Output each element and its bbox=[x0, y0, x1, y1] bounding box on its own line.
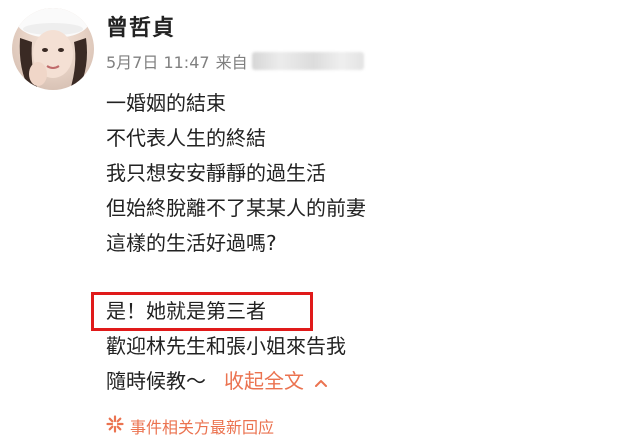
collapse-text-link[interactable]: 收起全文 bbox=[224, 364, 328, 399]
collapse-label: 收起全文 bbox=[224, 369, 304, 393]
post-meta: 5月7日 11:47 来自 bbox=[106, 49, 364, 73]
post-content: 一婚姻的結束 不代表人生的終結 我只想安安靜靜的過生活 但始終脫離不了某某人的前… bbox=[106, 86, 366, 399]
source-label: 来自 bbox=[215, 53, 248, 72]
post-line: 不代表人生的終結 bbox=[106, 126, 266, 150]
post-line: 隨時候教～ bbox=[106, 369, 206, 393]
author-name[interactable]: 曾哲貞 bbox=[106, 10, 175, 42]
post-line: 但始終脫離不了某某人的前妻 bbox=[106, 196, 366, 220]
related-response-link[interactable]: 事件相关方最新回应 bbox=[106, 414, 274, 438]
avatar-photo bbox=[17, 8, 89, 90]
burst-icon bbox=[106, 415, 124, 437]
post-timestamp[interactable]: 5月7日 11:47 bbox=[106, 49, 210, 73]
blurred-source bbox=[251, 52, 364, 70]
post-line: 我只想安安靜靜的過生活 bbox=[106, 161, 326, 185]
chevron-up-icon bbox=[314, 364, 328, 399]
highlight-box bbox=[91, 292, 313, 331]
post-line: 一婚姻的結束 bbox=[106, 91, 226, 115]
post-line: 歡迎林先生和張小姐來告我 bbox=[106, 334, 346, 358]
post-line: 這樣的生活好過嗎? bbox=[106, 231, 277, 255]
weibo-post: 曾哲貞 5月7日 11:47 来自 一婚姻的結束 不代表人生的終結 我只想安安靜… bbox=[0, 0, 636, 444]
avatar[interactable] bbox=[12, 8, 94, 90]
related-label: 事件相关方最新回应 bbox=[130, 418, 275, 437]
post-last-line: 隨時候教～ 收起全文 bbox=[106, 364, 366, 399]
